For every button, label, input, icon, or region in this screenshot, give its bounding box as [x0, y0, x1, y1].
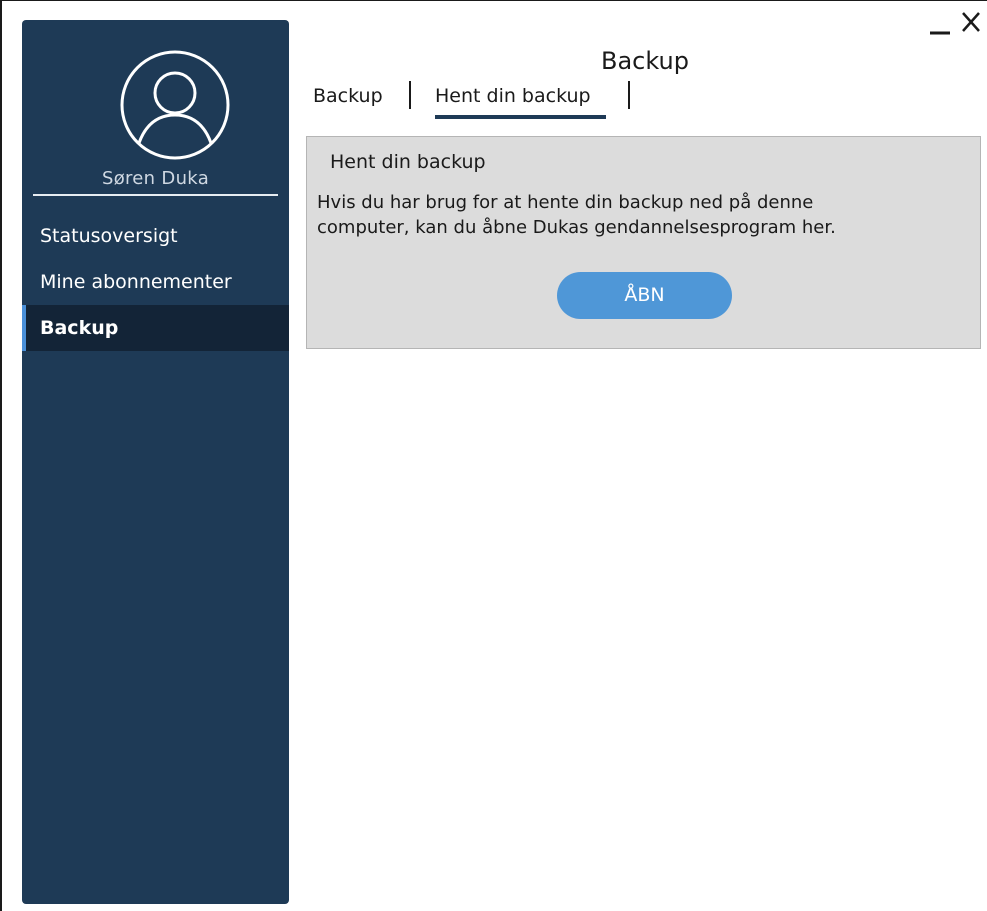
close-button[interactable] [959, 7, 985, 35]
active-tab-indicator [435, 115, 606, 119]
user-name-divider [33, 194, 278, 196]
user-avatar-icon [120, 50, 230, 160]
panel-title: Hent din backup [330, 151, 486, 173]
tab-separator [409, 81, 411, 109]
sidebar: Søren Duka Statusoversigt Mine abonnemen… [22, 20, 289, 904]
user-name: Søren Duka [101, 168, 210, 189]
sidebar-item-mine-abonnementer[interactable]: Mine abonnementer [22, 259, 289, 305]
window-controls [927, 7, 985, 35]
close-icon [962, 12, 980, 32]
panel-description-line: Hvis du har brug for at hente din backup… [317, 192, 814, 213]
restore-panel: Hent din backup Hvis du har brug for at … [306, 136, 981, 349]
panel-description: Hvis du har brug for at hente din backup… [317, 190, 967, 240]
tab-hent-din-backup[interactable]: Hent din backup [435, 85, 591, 107]
tab-backup[interactable]: Backup [313, 85, 383, 107]
app-window: Søren Duka Statusoversigt Mine abonnemen… [0, 0, 987, 911]
sidebar-item-label: Mine abonnementer [40, 271, 232, 293]
minimize-button[interactable] [927, 7, 953, 35]
minimize-icon [930, 31, 950, 35]
sidebar-nav: Statusoversigt Mine abonnementer Backup [22, 213, 289, 351]
sidebar-item-statusoversigt[interactable]: Statusoversigt [22, 213, 289, 259]
page-title: Backup [601, 47, 689, 75]
open-button[interactable]: ÅBN [557, 272, 732, 319]
sidebar-item-label: Backup [40, 317, 119, 339]
panel-description-line: computer, kan du åbne Dukas gendannelses… [317, 217, 836, 238]
tab-separator [628, 81, 630, 109]
sidebar-item-label: Statusoversigt [40, 225, 178, 247]
sidebar-item-backup[interactable]: Backup [22, 305, 289, 351]
